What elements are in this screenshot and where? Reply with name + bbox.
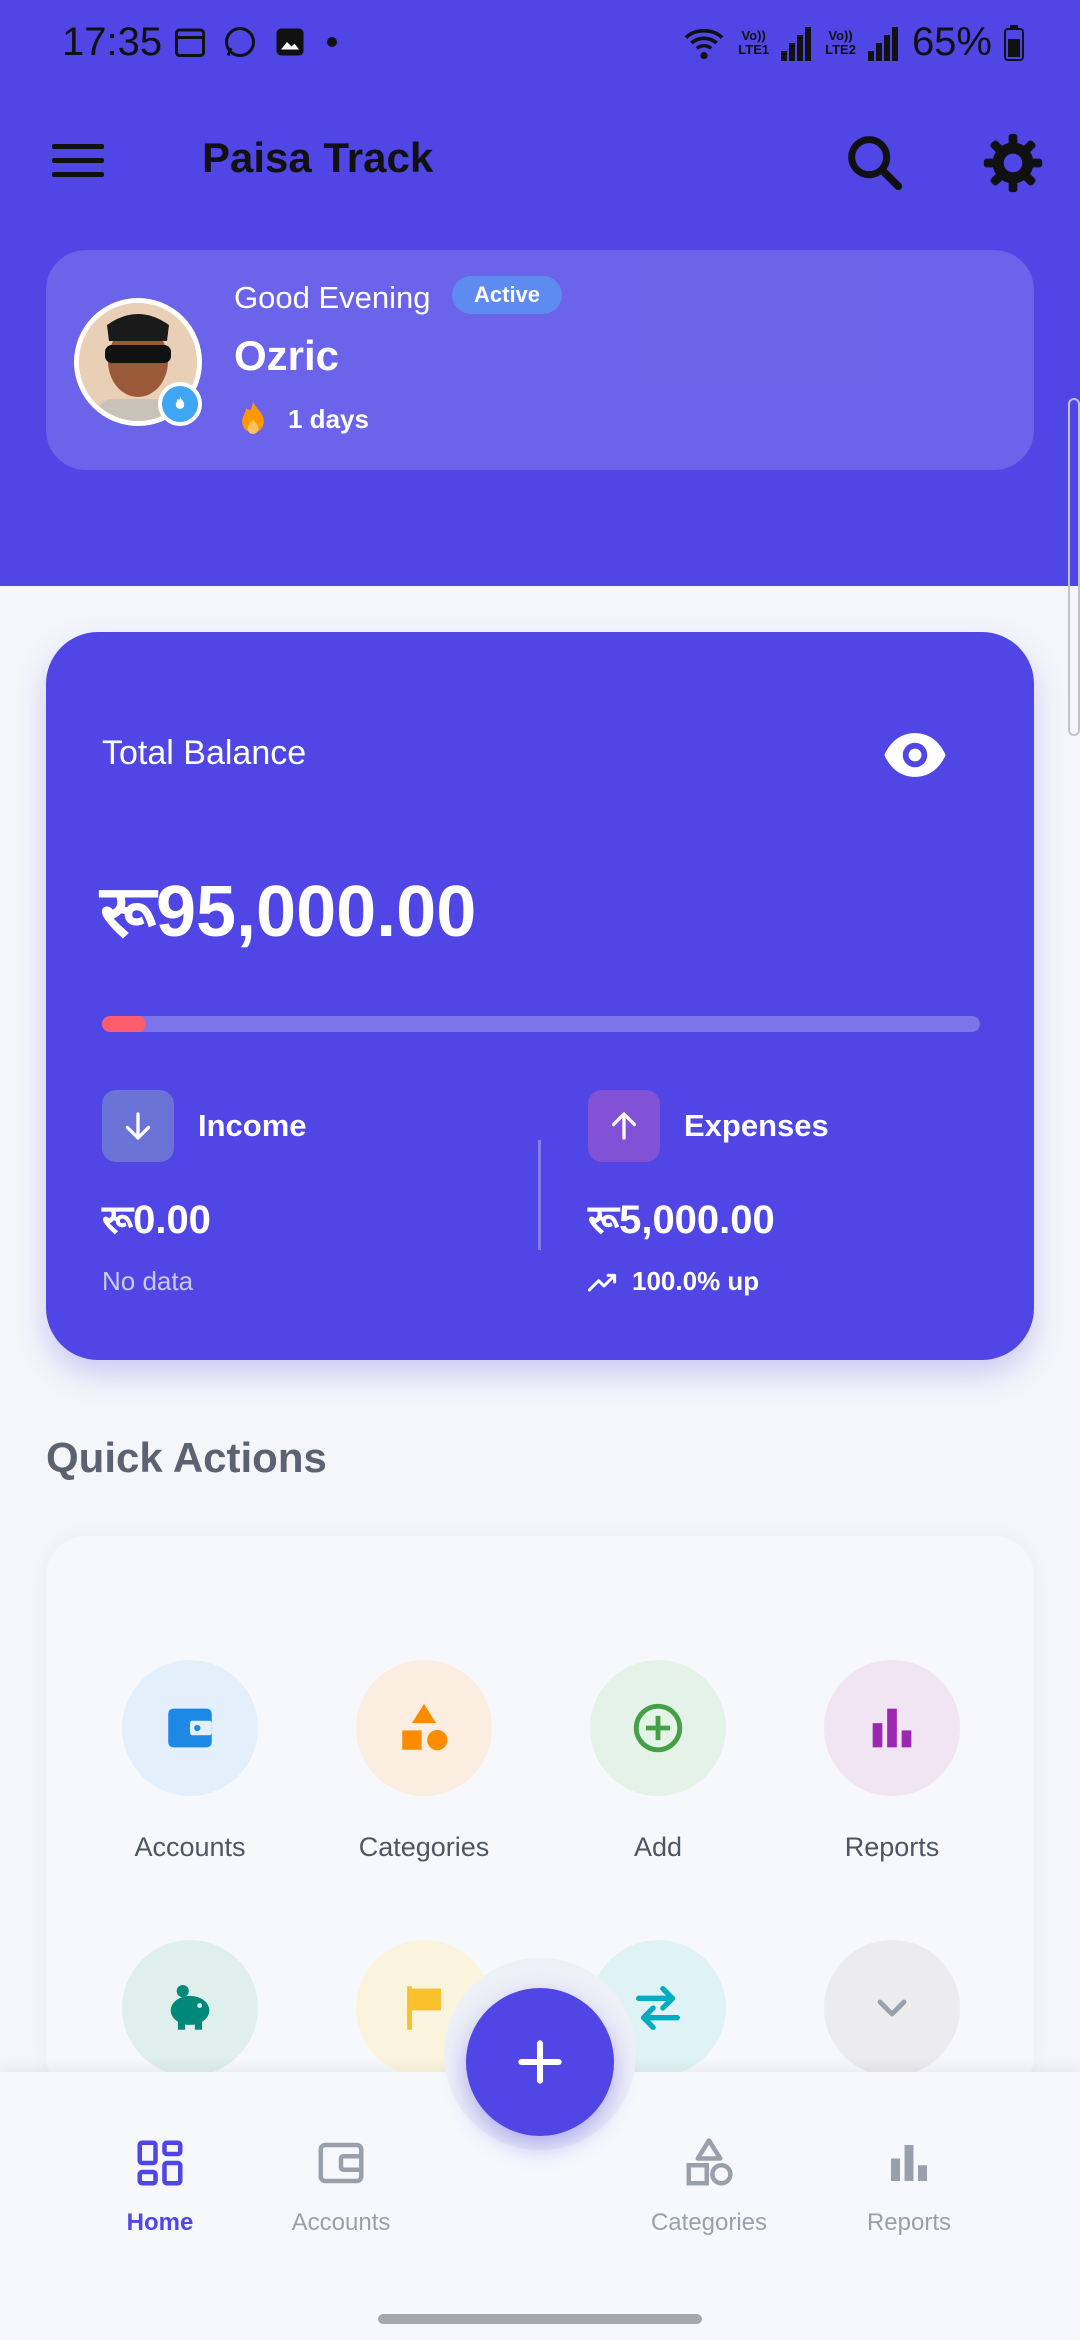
shapes-outline-icon <box>686 2138 733 2186</box>
status-bar: 17:35 Vo)) LTE1 Vo)) LTE2 65% <box>0 0 1080 90</box>
wifi-icon <box>685 28 724 59</box>
dot-icon <box>327 37 337 47</box>
nav-label: Reports <box>866 2209 952 2236</box>
expense-sub: 100.0% up <box>632 1266 760 1296</box>
income-summary[interactable]: Income रू0.00 No data <box>102 1090 522 1296</box>
nav-label: Accounts <box>291 2209 391 2236</box>
quick-action-add[interactable]: Add <box>558 1660 758 1863</box>
battery-percent: 65% <box>911 20 992 64</box>
signal-icon <box>867 26 898 61</box>
bar-chart-icon <box>891 2145 927 2181</box>
home-indicator[interactable] <box>378 2314 702 2324</box>
menu-icon <box>52 144 104 177</box>
quick-action-label: Accounts <box>134 1832 246 1862</box>
app-bar: Paisa Track <box>0 110 1080 210</box>
nav-categories[interactable]: Categories <box>619 2136 799 2237</box>
quick-action-categories[interactable]: Categories <box>324 1660 524 1863</box>
sim1-label: LTE1 <box>738 41 770 57</box>
income-label: Income <box>198 1108 307 1143</box>
flag-icon <box>407 1986 441 2030</box>
quick-action-savings[interactable] <box>90 1940 290 2076</box>
notification-icons <box>172 24 342 60</box>
plus-icon <box>518 2040 562 2084</box>
search-button[interactable] <box>840 128 910 198</box>
quick-action-label: Categories <box>358 1832 490 1862</box>
expense-label: Expenses <box>684 1108 829 1143</box>
expense-trend: 100.0% up <box>588 1266 759 1297</box>
greeting-text: Good Evening <box>234 280 431 315</box>
calendar-icon <box>175 28 205 57</box>
settings-button[interactable] <box>978 128 1048 198</box>
quick-actions-title: Quick Actions <box>46 1434 327 1481</box>
quick-action-accounts[interactable]: Accounts <box>90 1660 290 1863</box>
nav-label: Home <box>126 2209 194 2236</box>
quick-action-label: Reports <box>844 1832 940 1862</box>
expense-summary[interactable]: Expenses रू5,000.00 100.0% up <box>588 1090 1008 1296</box>
sim2-indicator: Vo)) LTE2 <box>825 27 856 57</box>
toggle-visibility-button[interactable] <box>880 720 950 790</box>
volte-label: Vo)) <box>828 27 853 43</box>
bar-chart-icon <box>872 1708 912 1748</box>
fire-icon <box>242 401 264 434</box>
quick-action-label: Add <box>633 1832 683 1862</box>
expense-value: रू5,000.00 <box>588 1198 775 1242</box>
quick-action-circle <box>122 1940 258 2076</box>
nav-home[interactable]: Home <box>70 2136 250 2237</box>
search-icon <box>848 136 903 191</box>
spending-progress-bar <box>102 1016 980 1032</box>
status-badge: Active <box>452 276 563 314</box>
streak-text: 1 days <box>288 403 369 434</box>
quick-action-circle <box>824 1940 960 2076</box>
balance-amount: रू95,000.00 <box>100 872 477 952</box>
eye-icon <box>884 733 946 777</box>
profile-card[interactable]: Good Evening Active Ozric 1 days <box>46 250 1034 470</box>
nav-reports[interactable]: Reports <box>819 2136 999 2237</box>
volte-label: Vo)) <box>741 27 766 43</box>
quick-action-circle <box>590 1660 726 1796</box>
status-time: 17:35 <box>62 20 163 64</box>
add-circle-icon <box>633 1703 683 1753</box>
quick-action-circle <box>356 1660 492 1796</box>
swap-icon <box>636 1986 680 2030</box>
income-icon-box <box>102 1090 174 1162</box>
user-name: Ozric <box>234 332 340 379</box>
signal-icon <box>781 26 812 61</box>
quick-action-circle <box>122 1660 258 1796</box>
arrow-up-icon <box>611 1112 637 1140</box>
progress-fill <box>102 1016 146 1032</box>
quick-action-more[interactable] <box>792 1940 992 2076</box>
nav-accounts[interactable]: Accounts <box>251 2136 431 2237</box>
whatsapp-icon <box>225 27 255 57</box>
income-sub: No data <box>102 1266 194 1296</box>
system-status: Vo)) LTE1 Vo)) LTE2 65% <box>682 20 1024 65</box>
app-title: Paisa Track <box>202 134 434 181</box>
income-value: रू0.00 <box>102 1198 211 1242</box>
gallery-icon <box>276 28 304 56</box>
balance-card: Total Balance रू95,000.00 Income रू0.00 … <box>46 632 1034 1360</box>
streak-indicator: 1 days <box>236 400 369 438</box>
gear-icon <box>983 133 1043 193</box>
dashboard-icon <box>137 2140 183 2186</box>
sim1-indicator: Vo)) LTE1 <box>738 27 770 57</box>
menu-button[interactable] <box>40 130 120 190</box>
wallet-icon <box>168 1708 212 1748</box>
trending-up-icon <box>588 1273 617 1291</box>
sim2-label: LTE2 <box>825 41 856 57</box>
wallet-outline-icon <box>318 2142 364 2184</box>
balance-label: Total Balance <box>102 734 307 772</box>
add-transaction-button[interactable] <box>466 1988 614 2136</box>
battery-icon <box>1004 24 1024 61</box>
expense-icon-box <box>588 1090 660 1162</box>
quick-action-circle <box>824 1660 960 1796</box>
stat-divider <box>538 1140 541 1250</box>
flame-icon <box>175 396 185 409</box>
shapes-icon <box>402 1703 448 1751</box>
nav-label: Categories <box>650 2209 768 2236</box>
arrow-down-icon <box>125 1112 151 1140</box>
scrollbar[interactable] <box>1068 398 1080 736</box>
piggy-bank-icon <box>170 1985 210 2030</box>
chevron-down-icon <box>877 1999 907 2017</box>
quick-action-reports[interactable]: Reports <box>792 1660 992 1863</box>
avatar-badge <box>158 382 202 426</box>
